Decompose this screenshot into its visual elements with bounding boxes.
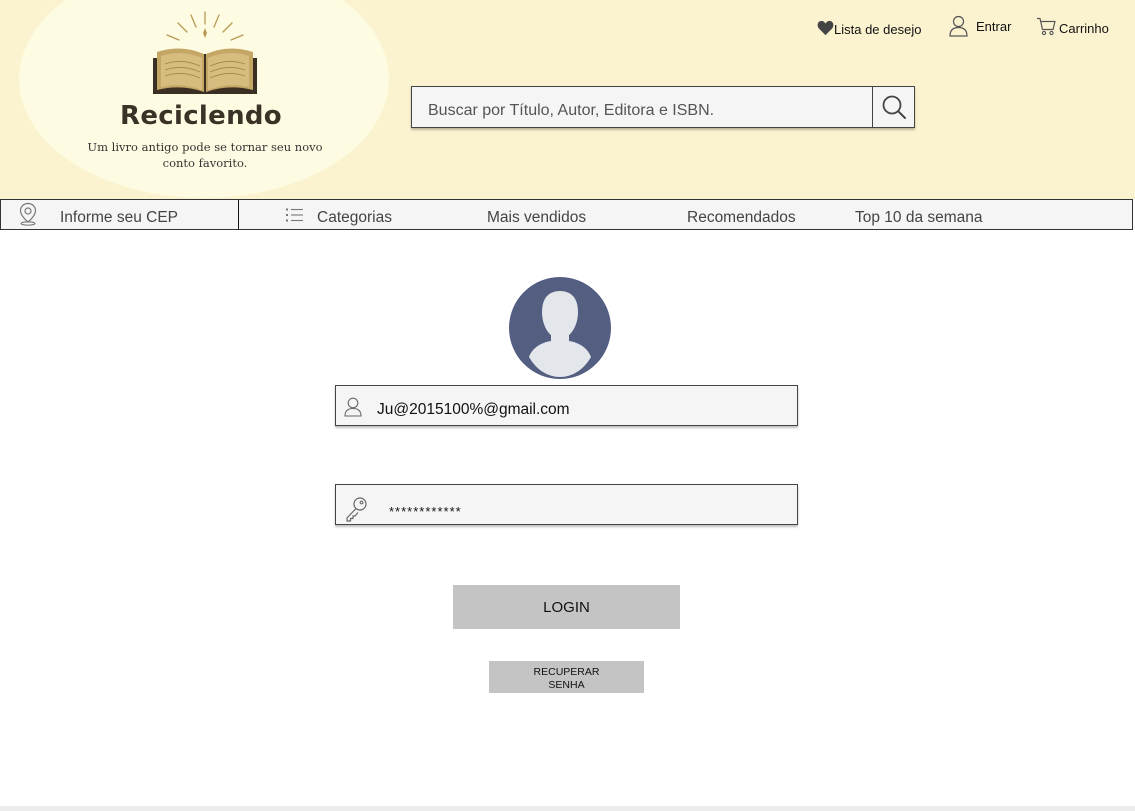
email-value: Ju@2015100%@gmail.com: [377, 401, 570, 418]
nav-item-best-sellers[interactable]: Mais vendidos: [487, 209, 586, 227]
login-label: Entrar: [976, 18, 1012, 34]
avatar: [509, 277, 611, 379]
cart-icon: [1037, 17, 1056, 35]
header: Reciclendo Um livro antigo pode se torna…: [0, 0, 1135, 199]
user-silhouette-icon: [529, 291, 591, 377]
user-icon: [344, 397, 362, 417]
login-link[interactable]: Entrar: [949, 15, 1011, 37]
page: Reciclendo Um livro antigo pode se torna…: [0, 0, 1135, 806]
nav-item-top10[interactable]: Top 10 da semana: [855, 209, 983, 227]
password-value: ************: [389, 504, 462, 519]
recover-password-button[interactable]: RECUPERAR SENHA: [489, 661, 644, 693]
email-field[interactable]: Ju@2015100%@gmail.com: [335, 385, 798, 426]
user-icon: [949, 15, 968, 37]
brand-name[interactable]: Reciclendo: [0, 101, 402, 131]
nav-item-categories[interactable]: Categorias: [317, 209, 392, 227]
open-book-logo-icon: [153, 11, 257, 94]
search-icon: [882, 95, 906, 119]
key-icon: [346, 497, 367, 522]
search-bar: [411, 86, 915, 128]
wishlist-link[interactable]: Lista de desejo: [817, 18, 921, 37]
nav-item-recommended[interactable]: Recomendados: [687, 209, 796, 227]
location-pin-icon: [19, 202, 37, 226]
list-icon: [286, 208, 303, 222]
search-button[interactable]: [872, 87, 914, 127]
brand-tagline: Um livro antigo pode se tornar seu novo …: [87, 140, 323, 170]
nav-bar: Informe seu CEP Categorias Mais vendidos…: [0, 199, 1133, 230]
cart-link[interactable]: Carrinho: [1036, 16, 1109, 36]
cart-label: Carrinho: [1059, 21, 1109, 36]
login-button[interactable]: LOGIN: [453, 585, 680, 629]
password-field[interactable]: ************: [335, 484, 798, 525]
nav-divider: [238, 200, 239, 229]
wishlist-label: Lista de desejo: [834, 22, 922, 37]
cep-input-link[interactable]: Informe seu CEP: [60, 209, 178, 227]
heart-icon: [817, 20, 834, 35]
search-input[interactable]: [412, 87, 872, 127]
